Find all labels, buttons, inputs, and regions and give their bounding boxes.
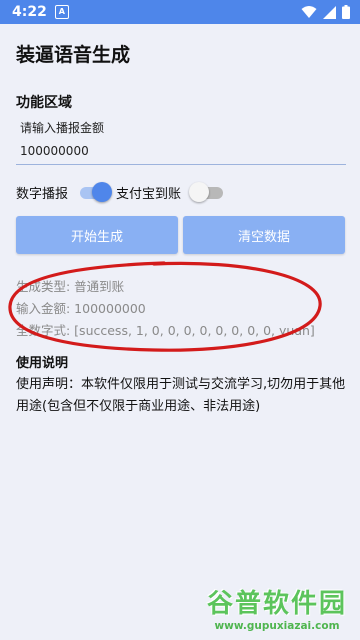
result-digits: 全数字式: [success, 1, 0, 0, 0, 0, 0, 0, 0, … — [16, 323, 315, 338]
battery-icon — [342, 5, 350, 19]
wifi-icon — [301, 6, 317, 18]
clear-data-button[interactable]: 清空数据 — [183, 216, 345, 254]
status-bar: 4:22 A — [0, 0, 360, 24]
amount-input[interactable] — [16, 138, 346, 165]
digit-broadcast-label: 数字播报 — [16, 186, 69, 202]
notification-icon: A — [54, 5, 69, 19]
start-generate-button[interactable]: 开始生成 — [16, 216, 178, 254]
usage-text: 使用声明：本软件仅限用于测试与交流学习,切勿用于其他用途(包含但不仅限于商业用途… — [16, 377, 346, 414]
watermark-logo: 谷普软件园 www.gupuxiazai.com — [202, 583, 352, 632]
result-amount: 输入金额: 100000000 — [16, 301, 146, 316]
alipay-label: 支付宝到账 — [116, 186, 182, 202]
amount-label: 请输入播报金额 — [20, 121, 105, 135]
status-time: 4:22 — [12, 4, 47, 20]
status-icons — [301, 5, 350, 19]
switch-thumb — [92, 182, 113, 202]
app-title: 装逼语音生成 — [16, 44, 131, 66]
watermark-title: 谷普软件园 — [206, 589, 347, 619]
alipay-switch[interactable] — [189, 182, 225, 202]
result-type: 生成类型: 普通到账 — [16, 279, 125, 294]
function-area-title: 功能区域 — [16, 95, 72, 111]
toggle-row: 数字播报 支付宝到账 — [16, 182, 229, 202]
signal-icon — [323, 5, 336, 19]
usage-title: 使用说明 — [16, 356, 69, 371]
switch-thumb — [189, 182, 210, 202]
watermark-url: www.gupuxiazai.com — [214, 620, 340, 632]
digit-broadcast-switch[interactable] — [76, 182, 113, 202]
